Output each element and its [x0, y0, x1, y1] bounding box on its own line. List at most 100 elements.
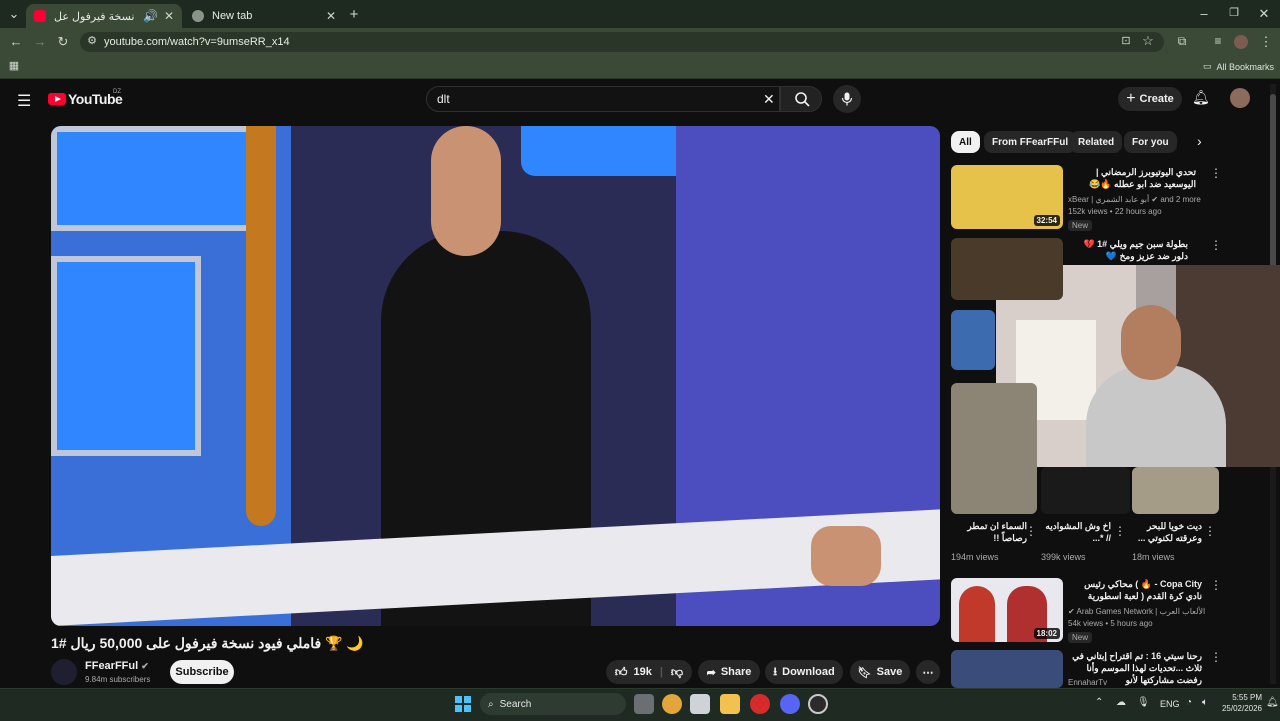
- minimize-icon[interactable]: –: [1196, 6, 1212, 21]
- channel-name[interactable]: FFearFFul: [85, 660, 138, 672]
- rec-menu-icon[interactable]: ⋮: [1210, 578, 1222, 592]
- task-view-icon[interactable]: [634, 694, 654, 714]
- rec-thumbnail[interactable]: [951, 310, 995, 370]
- bookmarks-bar: [0, 56, 1280, 79]
- account-avatar[interactable]: [1230, 88, 1250, 108]
- search-button[interactable]: [780, 86, 822, 112]
- short-thumbnail[interactable]: [951, 383, 1037, 514]
- short-title[interactable]: ديت خويا للبحر وعرقته لكنوتي ...: [1132, 520, 1202, 544]
- menu-dots-icon[interactable]: ⋮: [1258, 34, 1274, 50]
- search-query: dlt: [437, 92, 450, 106]
- close-icon[interactable]: ✕: [164, 9, 174, 23]
- language-indicator[interactable]: ENG: [1160, 699, 1180, 709]
- short-menu-icon[interactable]: ⋮: [1204, 524, 1216, 538]
- new-tab-plus-icon[interactable]: +: [346, 6, 362, 23]
- chrome-app-icon[interactable]: [662, 694, 682, 714]
- apps-grid-icon[interactable]: ▦: [6, 59, 22, 72]
- webcam-person: [1086, 365, 1226, 467]
- rec-title[interactable]: Copa City - 🔥 ) محاكي رئيس نادي كرة القد…: [1068, 578, 1202, 602]
- windows-start-icon[interactable]: [455, 696, 471, 712]
- rec-thumbnail[interactable]: [951, 650, 1063, 688]
- discord-app-icon[interactable]: [780, 694, 800, 714]
- chip-related[interactable]: Related: [1070, 131, 1123, 153]
- save-button[interactable]: 🔖︎ Save: [850, 660, 910, 684]
- window-close-icon[interactable]: ✕: [1256, 6, 1272, 22]
- chip-all[interactable]: All: [951, 131, 980, 153]
- media-controls-icon[interactable]: ≡: [1210, 34, 1226, 48]
- download-button[interactable]: ⭳ Download: [765, 660, 843, 684]
- channel-name-row[interactable]: FFearFFul ✔: [85, 660, 149, 672]
- file-explorer-icon[interactable]: [720, 694, 740, 714]
- short-thumbnail[interactable]: [1132, 467, 1219, 514]
- extensions-icon[interactable]: ⧉: [1174, 34, 1190, 49]
- youtube-logo-icon[interactable]: [48, 93, 66, 105]
- rec-thumbnail[interactable]: 18:02: [951, 578, 1063, 642]
- short-thumbnail[interactable]: [1041, 467, 1130, 514]
- chips-next-icon[interactable]: ›: [1197, 133, 1202, 149]
- obs-app-icon[interactable]: [808, 694, 828, 714]
- clock[interactable]: 5:55 PM 25/02/2026: [1218, 692, 1262, 714]
- volume-icon[interactable]: 🔈︎: [1202, 697, 1208, 708]
- tab-title: New tab: [212, 10, 253, 22]
- snipping-tool-icon[interactable]: [690, 694, 710, 714]
- tray-mic-icon[interactable]: 🎙︎: [1137, 697, 1150, 708]
- rec-channel[interactable]: xBear | أبو عابد الشمري: [1068, 195, 1149, 204]
- back-icon[interactable]: ←: [8, 34, 24, 49]
- verified-icon: ✔: [1151, 195, 1159, 204]
- profile-avatar[interactable]: [1234, 35, 1248, 49]
- bookmark-star-icon[interactable]: ☆: [1140, 33, 1156, 49]
- rec-thumbnail[interactable]: [951, 238, 1063, 300]
- chip-from-channel[interactable]: From FFearFFul: [984, 131, 1077, 153]
- short-menu-icon[interactable]: ⋮: [1025, 524, 1037, 538]
- install-app-icon[interactable]: ⊡: [1118, 34, 1134, 47]
- rec-title[interactable]: بطولة سبن جيم ويلي #1 💔 دلور ضد عزيز ومخ…: [1068, 238, 1188, 262]
- video-top-screen: [521, 126, 676, 176]
- channel-avatar[interactable]: [51, 659, 77, 685]
- like-icon[interactable]: 👍︎: [615, 665, 628, 680]
- site-info-icon[interactable]: ⚙: [84, 34, 100, 47]
- forward-icon[interactable]: →: [32, 34, 48, 49]
- network-icon[interactable]: ◔: [1186, 697, 1192, 708]
- tab-youtube[interactable]: فاملي فيود نسخة فيرفول عل... 🔊 ✕: [26, 4, 182, 28]
- rec-thumbnail[interactable]: 32:54: [951, 165, 1063, 229]
- share-button[interactable]: ➦ Share: [698, 660, 760, 684]
- subscribe-button[interactable]: Subscribe: [170, 660, 234, 684]
- like-count[interactable]: 19k: [633, 666, 651, 678]
- rec-menu-icon[interactable]: ⋮: [1210, 650, 1222, 664]
- opera-app-icon[interactable]: [750, 694, 770, 714]
- search-input[interactable]: dlt: [426, 86, 780, 112]
- rec-title[interactable]: تحدي اليوتيوبرز الرمضاني | اليوسعيد ضد ا…: [1068, 166, 1196, 190]
- clear-search-icon[interactable]: ✕: [763, 91, 775, 108]
- all-bookmarks[interactable]: ▭ All Bookmarks: [1203, 61, 1274, 72]
- restore-icon[interactable]: ❐: [1226, 6, 1242, 19]
- more-actions-icon[interactable]: ⋯: [916, 660, 940, 684]
- video-player[interactable]: [51, 126, 940, 626]
- tab-new-tab[interactable]: New tab ✕: [184, 4, 344, 28]
- reload-icon[interactable]: ↻: [55, 34, 71, 50]
- search-icon: ⌕: [488, 698, 494, 710]
- short-title[interactable]: اخ وش المشواديه // *...: [1041, 520, 1111, 544]
- rec-menu-icon[interactable]: ⋮: [1210, 166, 1222, 180]
- tray-app-icon[interactable]: ☁: [1116, 697, 1126, 708]
- webcam-person-head: [1121, 305, 1181, 380]
- voice-search-button[interactable]: [833, 85, 861, 113]
- chip-for-you[interactable]: For you: [1124, 131, 1177, 153]
- share-icon: ➦: [706, 666, 716, 679]
- short-title[interactable]: السماء ان تمطر رصاصاً !!: [951, 520, 1027, 544]
- short-menu-icon[interactable]: ⋮: [1114, 524, 1126, 538]
- address-bar[interactable]: youtube.com/watch?v=9umseRR_x14: [80, 32, 1164, 52]
- close-icon[interactable]: ✕: [326, 9, 336, 23]
- create-button[interactable]: + Create: [1118, 87, 1182, 111]
- dislike-icon[interactable]: 👎︎: [671, 665, 683, 680]
- tray-overflow-icon[interactable]: ⌃: [1095, 697, 1103, 708]
- taskbar-search[interactable]: ⌕ Search: [480, 693, 626, 715]
- tab-search-chevron-icon[interactable]: ⌄: [6, 6, 22, 22]
- audio-icon[interactable]: 🔊: [143, 9, 158, 23]
- rec-channel[interactable]: Arab Games Network | شبكة الألعاب العرب: [1076, 607, 1208, 616]
- video-guest-hands: [811, 526, 881, 586]
- notifications-bell-icon[interactable]: 🔔︎: [1192, 89, 1210, 106]
- notification-center-icon[interactable]: 🔔︎: [1266, 697, 1279, 708]
- rec-menu-icon[interactable]: ⋮: [1210, 238, 1222, 252]
- scrollbar-thumb[interactable]: [1270, 94, 1276, 274]
- hamburger-menu-icon[interactable]: ☰: [17, 91, 31, 111]
